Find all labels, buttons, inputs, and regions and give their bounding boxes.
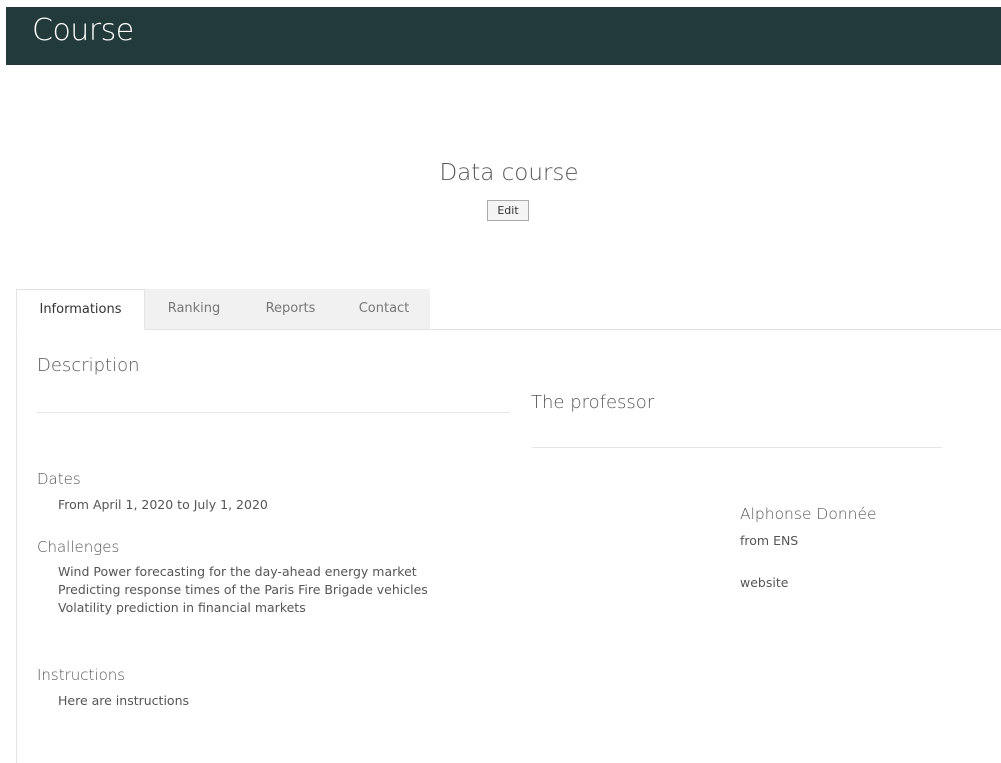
description-heading: Description	[37, 355, 140, 376]
edit-button[interactable]: Edit	[487, 200, 529, 221]
challenge-link[interactable]: Volatility prediction in financial marke…	[58, 600, 306, 616]
description-divider	[37, 412, 510, 413]
tab-informations[interactable]: Informations	[16, 289, 145, 330]
instructions-heading: Instructions	[37, 666, 126, 684]
instructions-text: Here are instructions	[58, 693, 190, 708]
tab-bar: Informations Ranking Reports Contact	[16, 289, 1001, 330]
challenge-link[interactable]: Predicting response times of the Paris F…	[58, 582, 428, 598]
professor-website-link[interactable]: website	[740, 575, 788, 591]
dates-heading: Dates	[37, 470, 81, 488]
dates-text: From April 1, 2020 to July 1, 2020	[58, 497, 268, 512]
header-bar: Course	[6, 7, 1001, 65]
tab-reports[interactable]: Reports	[243, 289, 338, 329]
tab-ranking[interactable]: Ranking	[145, 289, 243, 329]
tab-contact[interactable]: Contact	[338, 289, 430, 329]
professor-heading: The professor	[531, 392, 655, 413]
challenge-link[interactable]: Wind Power forecasting for the day-ahead…	[58, 564, 417, 580]
challenges-heading: Challenges	[37, 538, 120, 556]
course-title: Data course	[439, 160, 579, 186]
professor-name: Alphonse Donnée	[740, 505, 877, 523]
page-title: Course	[32, 13, 134, 48]
professor-affiliation: from ENS	[740, 533, 799, 548]
professor-divider	[531, 447, 942, 448]
panel-border	[16, 330, 17, 763]
